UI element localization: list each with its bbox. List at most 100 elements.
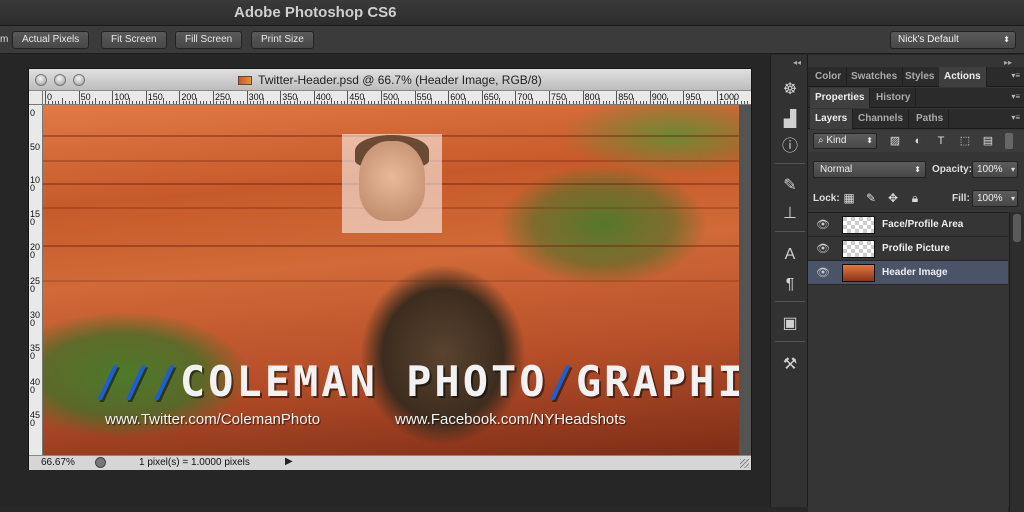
ruler-tick [434,101,436,104]
ruler-tick [720,101,722,104]
tab-actions[interactable]: Actions [939,67,987,87]
ruler-v-label: 300 [30,309,41,328]
tab-color[interactable]: Color [810,67,848,87]
ruler-tick [495,101,497,104]
ruler-tick [337,101,339,104]
brush-presets-icon[interactable]: ✎ [779,176,801,196]
fill-value: 100% [977,193,1003,204]
ruler-tick [397,98,399,104]
ruler-tick [639,101,641,104]
ruler-tick [636,101,638,104]
ruler-tick [572,101,574,104]
collapsed-panel-strip: ◂◂ ☸ ▟ ⓘ ✎ ⊥ A ¶ ▣ ⚒ [770,55,808,507]
ruler-tick [599,98,601,104]
visibility-eye-icon[interactable]: 👁︎ [816,242,830,256]
ruler-v-label: 450 [30,410,41,429]
fit-screen-button[interactable]: Fit Screen [101,31,167,49]
workspace-label: Nick's Default [898,34,959,45]
tab-history[interactable]: History [871,88,917,108]
lock-transparent-icon[interactable]: ▦ [842,190,856,206]
ruler-tick [676,101,678,104]
psd-file-icon [238,76,253,85]
collapse-arrows-icon[interactable]: ◂◂ [793,58,801,67]
info-icon[interactable]: ⓘ [779,137,801,157]
status-info-icon[interactable] [95,457,106,468]
ruler-v-label: 50 [30,141,41,152]
ruler-tick [669,101,671,104]
adjustment-filter-icon[interactable]: ◐ [911,133,925,149]
document-canvas[interactable]: ///COLEMAN PHOTO/GRAPHIX/// www.Twitter.… [43,105,739,455]
status-menu-arrow-icon[interactable]: ▶ [285,456,293,467]
document-title-text: Twitter-Header.psd @ 66.7% (Header Image… [258,73,542,87]
layer-comps-icon[interactable]: ▣ [779,314,801,334]
layer-row[interactable]: 👁︎ Profile Picture [808,237,1008,261]
tab-swatches[interactable]: Swatches [846,67,904,87]
ruler-tick [327,101,329,104]
lock-image-icon[interactable]: ✎ [864,190,878,206]
dropdown-arrow-icon: ▾ [1010,165,1015,174]
actual-pixels-button[interactable]: Actual Pixels [12,31,90,49]
ruler-tick [458,101,460,104]
zoom-level[interactable]: 66.67% [41,457,75,468]
panel-menu-icon[interactable]: ▾≡ [1011,92,1020,101]
expand-arrows-icon[interactable]: ▸▸ [1004,58,1012,67]
paragraph-icon[interactable]: ¶ [779,275,801,295]
ruler-tick [478,101,480,104]
layer-row[interactable]: 👁︎ Face/Profile Area [808,213,1008,237]
pixel-filter-icon[interactable]: ▨ [888,133,902,149]
tab-styles[interactable]: Styles [900,67,941,87]
ruler-tick [569,101,571,104]
tab-channels[interactable]: Channels [853,109,910,129]
ruler-tick [280,91,282,104]
visibility-eye-icon[interactable]: 👁︎ [816,218,830,232]
opacity-field[interactable]: 100% ▾ [972,161,1018,178]
type-filter-icon[interactable]: T [934,133,948,149]
ruler-tick [78,91,80,104]
filter-toggle[interactable] [1005,133,1013,149]
filter-kind-select[interactable]: ⌕ Kind ⬍ [813,133,877,149]
smart-object-filter-icon[interactable]: ▤ [981,133,995,149]
ruler-h-label: 1000 [719,92,740,102]
tab-properties[interactable]: Properties [810,88,871,108]
ruler-tick [65,101,67,104]
histogram-icon[interactable]: ▟ [779,110,801,130]
tab-layers[interactable]: Layers [810,109,854,129]
horizontal-ruler[interactable]: 0 50 100 150 200 250 300 350 400 450 500 550 600 650 7… [43,91,751,105]
tool-presets-icon[interactable]: ⚒ [779,355,801,375]
lock-all-icon[interactable]: 🔒︎ [908,190,922,206]
ruler-tick [391,101,393,104]
ruler-tick [579,101,581,104]
ship-wheel-icon[interactable]: ☸ [779,80,801,100]
app-titlebar: Adobe Photoshop CS6 [0,0,1024,26]
layer-thumbnail [842,216,875,234]
resize-grip-icon[interactable] [740,459,749,468]
brand-wordmark: ///COLEMAN PHOTO/GRAPHIX/// [95,357,739,407]
layer-name: Face/Profile Area [882,219,964,230]
shape-filter-icon[interactable]: ⬚ [958,133,972,149]
panel-menu-icon[interactable]: ▾≡ [1011,113,1020,122]
ruler-tick [713,101,715,104]
tab-paths[interactable]: Paths [911,109,950,129]
print-size-button[interactable]: Print Size [251,31,314,49]
document-titlebar[interactable]: Twitter-Header.psd @ 66.7% (Header Image… [29,69,751,91]
blend-mode-select[interactable]: Normal ⬍ [813,161,926,178]
scroll-thumb[interactable] [1013,214,1021,242]
ruler-origin[interactable] [29,91,43,105]
visibility-eye-icon[interactable]: 👁︎ [816,266,830,280]
layers-scrollbar[interactable] [1009,212,1024,512]
ruler-tick [518,101,520,104]
document-window[interactable]: Twitter-Header.psd @ 66.7% (Header Image… [28,68,752,470]
properties-panel-tabs: Properties History ▾≡ [808,88,1024,108]
blend-row: Normal ⬍ Opacity: 100% ▾ [808,159,1024,181]
fill-screen-button[interactable]: Fill Screen [175,31,243,49]
vertical-ruler[interactable]: 0 50 100 150 200 250 300 350 400 450 [29,105,43,455]
ruler-tick [202,101,204,104]
layer-row-selected[interactable]: 👁︎ Header Image [808,261,1008,285]
lock-position-icon[interactable]: ✥ [886,190,900,206]
character-icon[interactable]: A [779,245,801,265]
workspace-select[interactable]: Nick's Default ⬍ [890,31,1016,49]
fill-field[interactable]: 100% ▾ [972,190,1018,207]
clone-source-icon[interactable]: ⊥ [779,204,801,224]
ruler-tick [81,101,83,104]
panel-menu-icon[interactable]: ▾≡ [1011,71,1020,80]
